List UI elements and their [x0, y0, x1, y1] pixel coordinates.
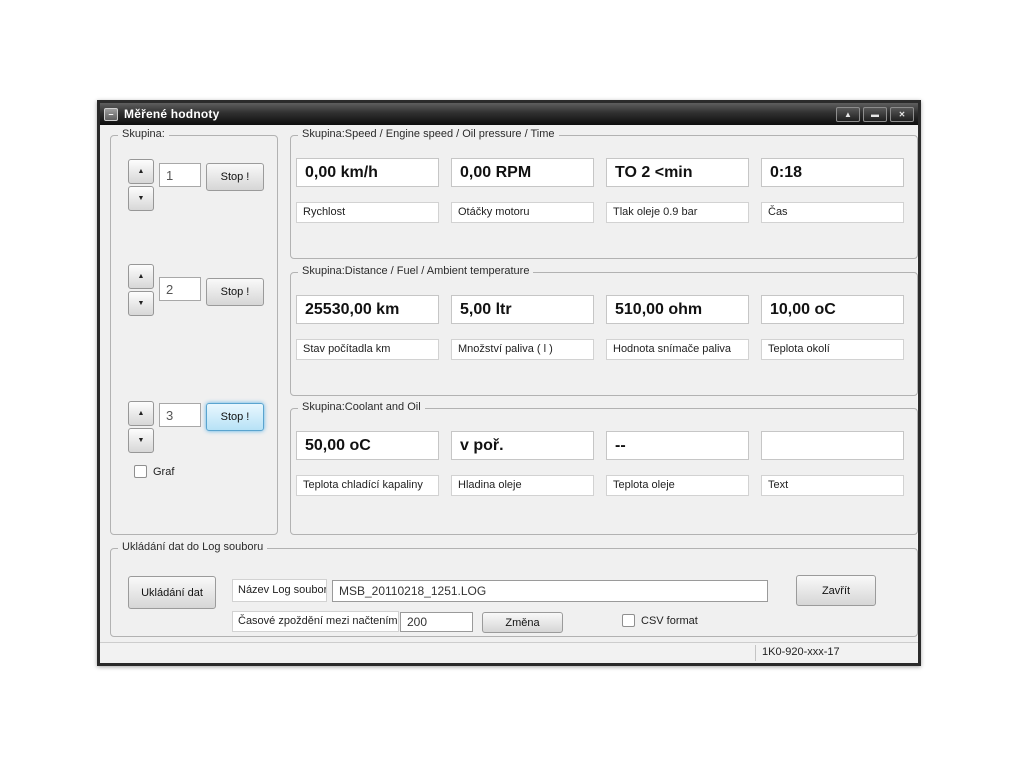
- status-bar-separator: [755, 645, 756, 661]
- group3-stop-button[interactable]: Stop !: [206, 403, 264, 431]
- value-label: Teplota okolí: [761, 339, 904, 360]
- value-display: 0,00 RPM: [451, 158, 594, 187]
- group2-stop-button[interactable]: Stop !: [206, 278, 264, 306]
- change-button[interactable]: Změna: [482, 612, 563, 633]
- group-selector-legend: Skupina:: [118, 128, 169, 140]
- window-system-icon[interactable]: –: [104, 108, 118, 121]
- value-label: Tlak oleje 0.9 bar: [606, 202, 749, 223]
- title-bar[interactable]: – Měřené hodnoty ▲ ▬ ✕: [100, 103, 918, 125]
- save-data-button[interactable]: Ukládání dat: [128, 576, 216, 609]
- value-display: 10,00 oC: [761, 295, 904, 324]
- value-label: Stav počítadla km: [296, 339, 439, 360]
- measure-group-1-legend: Skupina:Speed / Engine speed / Oil press…: [298, 128, 559, 140]
- value-display: --: [606, 431, 749, 460]
- close-icon[interactable]: ✕: [890, 107, 914, 122]
- value-label: Rychlost: [296, 202, 439, 223]
- close-window-button[interactable]: Zavřít: [796, 575, 876, 606]
- value-display: 510,00 ohm: [606, 295, 749, 324]
- value-display: [761, 431, 904, 460]
- window-title: Měřené hodnoty: [124, 107, 833, 121]
- group2-number-field[interactable]: [159, 277, 201, 301]
- value-label: Množství paliva ( l ): [451, 339, 594, 360]
- measure-group-1: Skupina:Speed / Engine speed / Oil press…: [290, 135, 918, 259]
- graf-checkbox-row: Graf: [134, 465, 174, 478]
- logging-panel-legend: Ukládání dat do Log souboru: [118, 541, 267, 553]
- group1-number-field[interactable]: [159, 163, 201, 187]
- group1-spin-up-icon[interactable]: ▲: [128, 159, 154, 184]
- graf-checkbox[interactable]: [134, 465, 147, 478]
- value-label: Hodnota snímače paliva: [606, 339, 749, 360]
- measure-group-3: Skupina:Coolant and Oil 50,00 oC v poř. …: [290, 408, 918, 535]
- delay-label: Časové zpoždění mezi načtením: [232, 611, 399, 632]
- value-display: 5,00 ltr: [451, 295, 594, 324]
- value-display: TO 2 <min: [606, 158, 749, 187]
- log-filename-input[interactable]: [332, 580, 768, 602]
- value-label: Otáčky motoru: [451, 202, 594, 223]
- group1-spin-down-icon[interactable]: ▼: [128, 186, 154, 211]
- value-label: Teplota chladící kapaliny: [296, 475, 439, 496]
- value-display: 0,00 km/h: [296, 158, 439, 187]
- value-label: Hladina oleje: [451, 475, 594, 496]
- window-body: Skupina: ▲ ▼ Stop ! ▲ ▼ Stop ! ▲ ▼ Stop …: [100, 125, 918, 663]
- delay-input[interactable]: [400, 612, 473, 632]
- group1-stop-button[interactable]: Stop !: [206, 163, 264, 191]
- graf-checkbox-label: Graf: [153, 466, 174, 478]
- measure-group-2-legend: Skupina:Distance / Fuel / Ambient temper…: [298, 265, 533, 277]
- value-label: Text: [761, 475, 904, 496]
- status-bar: 1K0-920-xxx-17: [100, 642, 918, 663]
- app-window: – Měřené hodnoty ▲ ▬ ✕ Skupina: ▲ ▼ Stop…: [97, 100, 921, 666]
- value-label: Teplota oleje: [606, 475, 749, 496]
- csv-checkbox-label: CSV format: [641, 615, 698, 627]
- group3-number-field[interactable]: [159, 403, 201, 427]
- maximize-icon[interactable]: ▲: [836, 107, 860, 122]
- csv-checkbox-row: CSV format: [622, 614, 698, 627]
- logging-panel: Ukládání dat do Log souboru Ukládání dat…: [110, 548, 918, 637]
- value-label: Čas: [761, 202, 904, 223]
- csv-checkbox[interactable]: [622, 614, 635, 627]
- group3-spin-up-icon[interactable]: ▲: [128, 401, 154, 426]
- group2-spin-down-icon[interactable]: ▼: [128, 291, 154, 316]
- log-filename-label: Název Log souboru: [232, 579, 327, 602]
- value-display: 50,00 oC: [296, 431, 439, 460]
- group-selector-panel: Skupina: ▲ ▼ Stop ! ▲ ▼ Stop ! ▲ ▼ Stop …: [110, 135, 278, 535]
- measure-group-3-legend: Skupina:Coolant and Oil: [298, 401, 425, 413]
- value-display: 25530,00 km: [296, 295, 439, 324]
- controller-part-number: 1K0-920-xxx-17: [762, 646, 840, 658]
- minimize-icon[interactable]: ▬: [863, 107, 887, 122]
- value-display: v poř.: [451, 431, 594, 460]
- group3-spin-down-icon[interactable]: ▼: [128, 428, 154, 453]
- measure-group-2: Skupina:Distance / Fuel / Ambient temper…: [290, 272, 918, 396]
- group2-spin-up-icon[interactable]: ▲: [128, 264, 154, 289]
- value-display: 0:18: [761, 158, 904, 187]
